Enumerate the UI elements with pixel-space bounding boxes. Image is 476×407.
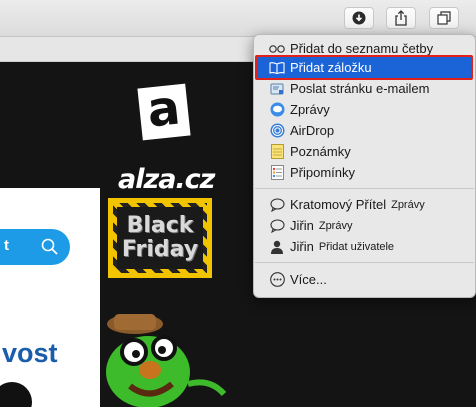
search-button-label: t xyxy=(4,237,9,254)
mascot-alien-illustration xyxy=(106,314,227,407)
logo-letter: a xyxy=(144,79,183,139)
menu-item-contact[interactable]: Kratomový Přítel Zprávy xyxy=(257,194,472,215)
menu-item-messages[interactable]: Zprávy xyxy=(257,99,472,120)
reminders-icon xyxy=(269,165,285,181)
person-icon xyxy=(269,239,285,255)
menu-item-email-page[interactable]: Poslat stránku e-mailem xyxy=(257,78,472,99)
share-menu: Přidat do seznamu četby Přidat záložku P… xyxy=(253,34,476,298)
menu-item-notes[interactable]: Poznámky xyxy=(257,141,472,162)
message-bubble-icon xyxy=(269,197,285,213)
tabs-overview-button[interactable] xyxy=(429,7,459,29)
share-icon xyxy=(395,10,407,26)
contact-name: Jiřin xyxy=(290,239,314,254)
downloads-button[interactable] xyxy=(344,7,374,29)
menu-separator xyxy=(255,262,474,263)
menu-item-label: Poznámky xyxy=(290,144,351,159)
share-button[interactable] xyxy=(386,7,416,29)
notes-icon xyxy=(269,144,285,160)
banner-line-2: Friday xyxy=(121,237,199,262)
menu-item-label: Přidat do seznamu četby xyxy=(290,41,434,56)
contact-name: Jiřin xyxy=(290,218,314,233)
tabs-icon xyxy=(437,11,451,25)
contact-detail: Zprávy xyxy=(391,198,425,211)
alza-logo[interactable]: a alza.cz xyxy=(118,79,218,204)
search-button[interactable]: t xyxy=(0,229,70,265)
contact-name: Kratomový Přítel xyxy=(290,197,387,212)
menu-item-label: Připomínky xyxy=(290,165,356,180)
highlight-annotation-box xyxy=(255,55,473,80)
contact-detail: Přidat uživatele xyxy=(318,240,395,253)
black-friday-banner[interactable]: Black Friday xyxy=(108,198,212,278)
message-bubble-icon xyxy=(269,218,285,234)
menu-item-label: AirDrop xyxy=(290,123,335,138)
left-white-panel: t vost xyxy=(0,188,100,407)
more-icon xyxy=(269,272,285,288)
menu-item-label: Více... xyxy=(290,272,327,287)
contact-detail: Zprávy xyxy=(318,219,353,232)
messages-icon xyxy=(269,102,285,118)
menu-item-label: Poslat stránku e-mailem xyxy=(290,81,430,96)
mail-icon xyxy=(269,81,285,97)
browser-toolbar xyxy=(0,0,476,37)
logo-mark: a xyxy=(137,79,191,141)
airdrop-icon xyxy=(269,123,285,139)
partial-heading: vost xyxy=(2,338,58,368)
menu-item-reminders[interactable]: Připomínky xyxy=(257,162,472,183)
black-circle-graphic xyxy=(0,382,32,407)
menu-item-more[interactable]: Více... xyxy=(257,269,472,290)
menu-item-airdrop[interactable]: AirDrop xyxy=(257,120,472,141)
banner-inner: Black Friday xyxy=(117,207,203,269)
menu-separator xyxy=(255,188,474,189)
menu-item-label: Zprávy xyxy=(290,102,330,117)
menu-item-contact[interactable]: Jiřin Zprávy xyxy=(257,215,472,236)
logo-text: alza.cz xyxy=(118,164,215,195)
menu-item-add-person[interactable]: Jiřin Přidat uživatele xyxy=(257,236,472,257)
search-icon xyxy=(41,238,58,255)
banner-line-1: Black xyxy=(126,213,194,238)
download-icon xyxy=(352,11,366,25)
